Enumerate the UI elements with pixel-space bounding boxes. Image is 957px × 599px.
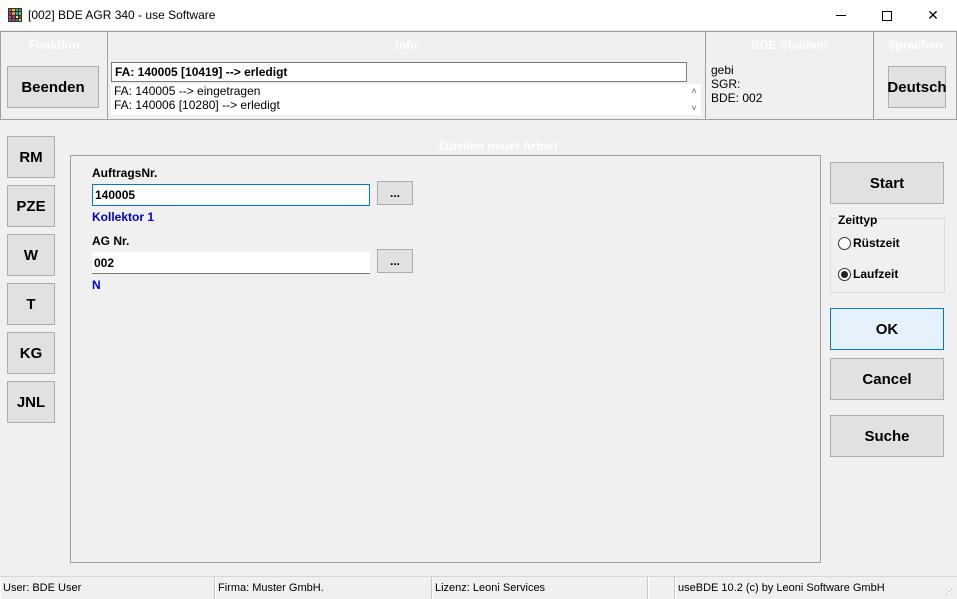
auftrag-hint: Kollektor 1 [92, 210, 155, 224]
info-current-message: FA: 140005 [10419] --> erledigt [111, 62, 687, 82]
beenden-button[interactable]: Beenden [7, 66, 99, 108]
grid-app-icon [8, 8, 22, 22]
sidebar-item-t[interactable]: T [7, 283, 55, 325]
info-message-list[interactable]: FA: 140005 --> eingetragen FA: 140006 [1… [111, 84, 701, 115]
ag-browse-button[interactable]: ... [377, 249, 413, 273]
station-user: gebi [711, 63, 734, 77]
maximize-icon [882, 10, 892, 21]
ag-label: AG Nr. [92, 234, 130, 248]
station-panel: BDE Statinon gebi SGR: BDE: 002 [705, 31, 874, 120]
close-icon: ✕ [927, 7, 939, 23]
list-item: FA: 140005 --> eingetragen [114, 84, 261, 98]
auftrag-label: AuftragsNr. [92, 166, 158, 180]
info-panel: Info FA: 140005 [10419] --> erledigt FA:… [107, 31, 706, 120]
station-sgr: SGR: [711, 77, 741, 91]
radio-unchecked-icon [838, 236, 851, 250]
status-firma: Firma: Muster GmbH. [215, 577, 432, 599]
sprachen-panel: Sprachen Deutsch [873, 31, 957, 120]
radio-checked-icon [838, 267, 851, 281]
list-item: FA: 140006 [10280] --> erledigt [114, 98, 280, 112]
auftrag-input[interactable] [92, 184, 370, 206]
ok-button[interactable]: OK [830, 308, 944, 350]
status-version: useBDE 10.2 (c) by Leoni Software GmbH [675, 577, 957, 599]
auftrag-browse-button[interactable]: ... [377, 181, 413, 205]
radio-laufzeit[interactable]: Laufzeit [838, 267, 898, 281]
funktion-title: Funktion [28, 38, 80, 52]
ag-hint: N [92, 278, 101, 292]
radio-ruestzeit-label: Rüstzeit [853, 236, 900, 250]
cancel-button[interactable]: Cancel [830, 358, 944, 400]
radio-laufzeit-label: Laufzeit [853, 267, 899, 281]
sidebar-item-pze[interactable]: PZE [7, 185, 55, 227]
info-scrollbar[interactable]: ˄ ˅ [687, 84, 701, 115]
status-bar: User: BDE User Firma: Muster GmbH. Lizen… [0, 576, 957, 599]
close-button[interactable]: ✕ [910, 0, 956, 31]
sidebar-item-w[interactable]: W [7, 234, 55, 276]
sidebar-item-jnl[interactable]: JNL [7, 381, 55, 423]
minimize-icon [836, 15, 846, 16]
minimize-button[interactable] [818, 0, 864, 31]
maximize-button[interactable] [864, 0, 910, 31]
status-empty [648, 577, 675, 599]
zeittyp-group: Zeittyp Rüstzeit Laufzeit [830, 213, 945, 293]
info-title: Info [395, 38, 418, 52]
station-bde: BDE: 002 [711, 91, 763, 105]
suche-button[interactable]: Suche [830, 415, 944, 457]
station-info: gebi SGR: BDE: 002 [711, 63, 762, 105]
status-user: User: BDE User [0, 577, 215, 599]
title-bar[interactable]: [002] BDE AGR 340 - use Software ✕ [0, 0, 957, 31]
chevron-down-icon[interactable]: ˅ [691, 101, 696, 115]
sprachen-title: Sprachen [887, 38, 943, 52]
start-button[interactable]: Start [830, 162, 944, 204]
station-title: BDE Statinon [751, 38, 828, 52]
ag-input[interactable] [92, 252, 370, 274]
language-deutsch-button[interactable]: Deutsch [887, 66, 947, 108]
group-title: Zuteilen neuer Arbeit [438, 139, 558, 153]
sidebar-item-kg[interactable]: KG [7, 332, 55, 374]
resize-grip-icon[interactable]: ⋰ [945, 587, 955, 597]
chevron-up-icon[interactable]: ˄ [691, 84, 696, 98]
status-lizenz: Lizenz: Leoni Services [432, 577, 648, 599]
funktion-panel: Funktion Beenden [0, 31, 108, 120]
window-title: [002] BDE AGR 340 - use Software [28, 8, 216, 22]
sidebar-item-rm[interactable]: RM [7, 136, 55, 178]
zuteilen-group [70, 155, 821, 563]
zeittyp-title: Zeittyp [837, 213, 879, 227]
radio-ruestzeit[interactable]: Rüstzeit [838, 236, 900, 250]
